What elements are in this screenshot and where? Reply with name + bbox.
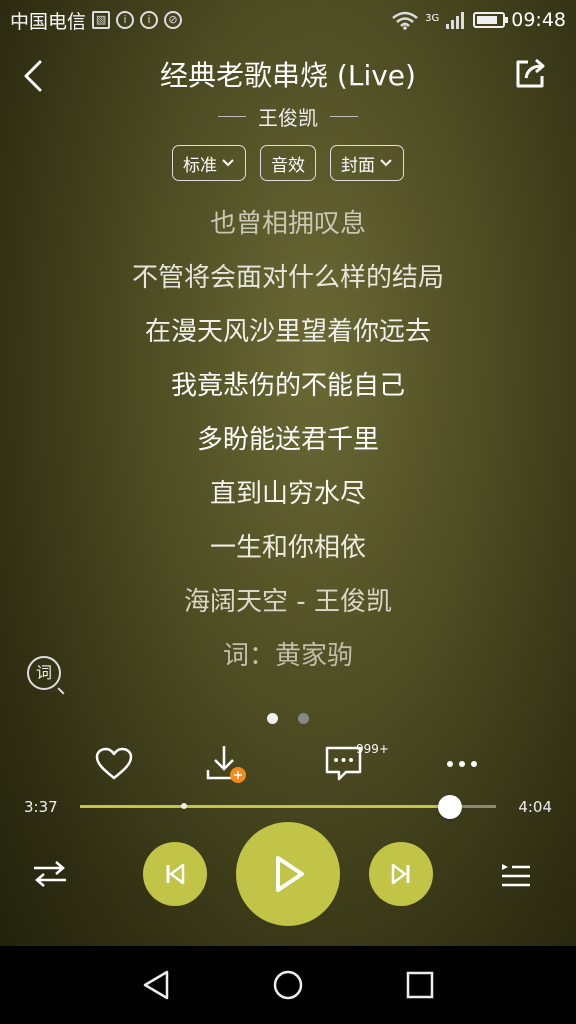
- seek-marker: [181, 803, 187, 809]
- lyric-line: 在漫天风沙里望着你远去: [144, 317, 431, 347]
- previous-icon: [166, 863, 185, 885]
- artist-line: 王俊凯: [0, 102, 576, 131]
- divider: [330, 116, 358, 117]
- nav-recents-icon[interactable]: [403, 968, 437, 1002]
- lyric-line: 不管将会面对什么样的结局: [131, 263, 444, 293]
- player-header: 经典老歌串烧 (Live) 王俊凯: [0, 44, 576, 144]
- seek-fill: [80, 805, 450, 808]
- comments-count-badge: 999+: [356, 742, 389, 756]
- quality-chip[interactable]: 标准: [172, 145, 246, 181]
- effect-label: 音效: [271, 155, 305, 176]
- system-nav-bar: [0, 946, 576, 1024]
- nav-home-icon[interactable]: [271, 968, 305, 1002]
- download-button[interactable]: [204, 742, 248, 786]
- wifi-icon: [392, 11, 418, 30]
- next-button[interactable]: [369, 842, 433, 906]
- page-dot-active[interactable]: [267, 713, 278, 724]
- lyric-line: 海阔天空 - 王俊凯: [184, 587, 392, 617]
- divider: [218, 116, 246, 117]
- info-icon-2: i: [140, 11, 159, 29]
- network-type-label: 3G: [425, 13, 440, 24]
- share-icon[interactable]: [514, 56, 548, 90]
- battery-icon: [473, 12, 509, 28]
- nav-back-icon[interactable]: [139, 968, 173, 1002]
- next-icon: [391, 863, 410, 885]
- clock-label: 09:48: [511, 9, 566, 31]
- chevron-down-icon: [380, 159, 392, 167]
- more-button[interactable]: [440, 742, 484, 786]
- play-icon: [276, 856, 304, 892]
- lyric-search-button[interactable]: 词: [27, 656, 61, 690]
- page-dot[interactable]: [298, 713, 309, 724]
- previous-button[interactable]: [143, 842, 207, 906]
- quality-label: 标准: [183, 155, 217, 176]
- total-time: 4:04: [518, 798, 552, 816]
- seek-thumb[interactable]: [437, 795, 462, 819]
- lyric-line: 直到山穷水尽: [209, 479, 366, 509]
- playlist-icon: [502, 864, 530, 887]
- lyric-line: 多盼能送君千里: [196, 425, 379, 455]
- current-time: 3:37: [24, 798, 58, 816]
- lyrics-panel[interactable]: 也曾相拥叹息 不管将会面对什么样的结局 在漫天风沙里望着你远去 我竟悲伤的不能自…: [0, 204, 576, 690]
- shuffle-icon: [34, 861, 66, 887]
- chevron-down-icon: [222, 159, 234, 167]
- lyric-line: 也曾相拥叹息: [209, 209, 366, 239]
- carrier-label: 中国电信: [10, 10, 87, 33]
- cover-label: 封面: [341, 155, 375, 176]
- play-mode-button[interactable]: [30, 856, 70, 892]
- lyric-line: 我竟悲伤的不能自己: [170, 371, 405, 401]
- heart-icon: [95, 747, 133, 780]
- lyric-toggle-label: 词: [35, 663, 52, 682]
- play-button[interactable]: [236, 822, 340, 926]
- effect-chip[interactable]: 音效: [260, 145, 316, 181]
- playback-controls: [0, 820, 576, 928]
- option-chips: 标准 音效 封面: [0, 145, 576, 181]
- action-row: [0, 742, 576, 786]
- lyric-line: 词：黄家驹: [222, 641, 353, 671]
- artist-name[interactable]: 王俊凯: [258, 102, 318, 131]
- download-icon: [206, 746, 246, 783]
- signal-icon: [446, 12, 465, 29]
- seek-track[interactable]: [80, 795, 496, 819]
- lyric-line: 一生和你相依: [209, 533, 366, 563]
- status-bar: 中国电信 ▧ i i ⊘ 3G 09:48: [0, 0, 576, 40]
- playlist-button[interactable]: [496, 856, 536, 892]
- gallery-icon: ▧: [92, 11, 111, 29]
- song-title: 经典老歌串烧 (Live): [160, 59, 416, 92]
- cover-chip[interactable]: 封面: [330, 145, 404, 181]
- like-button[interactable]: [92, 742, 136, 786]
- more-icon: [447, 761, 477, 767]
- blocked-icon: ⊘: [164, 11, 183, 29]
- info-icon: i: [116, 11, 135, 29]
- progress-bar[interactable]: 3:37 4:04: [0, 795, 576, 819]
- page-indicator: [0, 713, 576, 724]
